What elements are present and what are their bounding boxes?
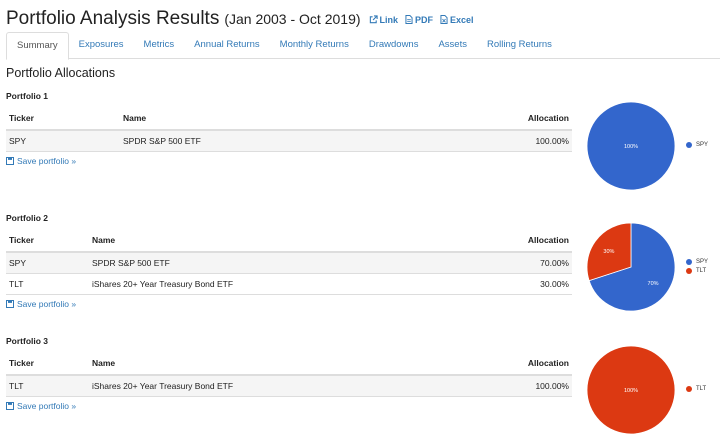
legend-item-tlt: TLT bbox=[686, 268, 708, 274]
allocation-cell: 70.00% bbox=[454, 252, 572, 274]
name-cell: iShares 20+ Year Treasury Bond ETF bbox=[89, 273, 455, 295]
ticker-cell: SPY bbox=[6, 130, 120, 152]
allocation-cell: 100.00% bbox=[409, 130, 572, 152]
ticker-cell: TLT bbox=[6, 375, 89, 397]
col-name: Name bbox=[89, 229, 455, 253]
external-link-icon bbox=[369, 15, 378, 24]
section-title: Portfolio Allocations bbox=[6, 66, 116, 80]
legend-label: TLT bbox=[696, 386, 707, 392]
pdf-button[interactable]: PDF bbox=[405, 15, 433, 25]
pie-slice-label: 100% bbox=[624, 388, 638, 394]
excel-button[interactable]: Excel bbox=[440, 15, 474, 25]
pdf-label: PDF bbox=[415, 14, 434, 25]
results-header: Portfolio Analysis Results (Jan 2003 - O… bbox=[6, 8, 481, 30]
table-row: SPY SPDR S&P 500 ETF 70.00% bbox=[6, 252, 572, 274]
legend-item-tlt: TLT bbox=[686, 386, 706, 392]
portfolio-title: Portfolio 1 bbox=[6, 91, 49, 101]
table-row: TLT iShares 20+ Year Treasury Bond ETF 3… bbox=[6, 273, 572, 295]
save-portfolio-link[interactable]: Save portfolio » bbox=[6, 401, 572, 411]
allocation-cell: 30.00% bbox=[454, 273, 572, 295]
legend-item-spy: SPY bbox=[686, 259, 708, 265]
save-label: Save portfolio » bbox=[17, 156, 77, 166]
tab-exposures[interactable]: Exposures bbox=[69, 32, 134, 58]
pie-slice-label: 30% bbox=[603, 249, 614, 255]
legend-label: TLT bbox=[696, 268, 707, 274]
portfolio-1-legend: SPY bbox=[686, 142, 708, 151]
excel-file-icon bbox=[440, 15, 448, 24]
save-icon bbox=[6, 157, 14, 165]
portfolio-title: Portfolio 3 bbox=[6, 336, 49, 346]
save-portfolio-link[interactable]: Save portfolio » bbox=[6, 299, 572, 309]
pdf-file-icon bbox=[405, 15, 413, 24]
link-button[interactable]: Link bbox=[369, 14, 399, 25]
portfolio-2-pie-chart: 70% 30% bbox=[586, 222, 676, 312]
tab-metrics[interactable]: Metrics bbox=[134, 32, 185, 58]
portfolio-3-legend: TLT bbox=[686, 386, 706, 395]
allocation-cell: 100.00% bbox=[454, 375, 572, 397]
table-header-row: Ticker Name Allocation bbox=[6, 229, 572, 253]
table-row: TLT iShares 20+ Year Treasury Bond ETF 1… bbox=[6, 375, 572, 397]
save-icon bbox=[6, 402, 14, 410]
col-name: Name bbox=[89, 352, 455, 376]
link-label: Link bbox=[379, 14, 399, 25]
allocation-table: Ticker Name Allocation TLT iShares 20+ Y… bbox=[6, 352, 572, 397]
col-ticker: Ticker bbox=[6, 352, 89, 376]
portfolio-2-legend: SPY TLT bbox=[686, 259, 708, 277]
col-name: Name bbox=[120, 107, 410, 131]
col-ticker: Ticker bbox=[6, 229, 89, 253]
save-label: Save portfolio » bbox=[17, 299, 77, 309]
portfolio-1-pie-chart: 100% bbox=[586, 101, 676, 191]
date-range: (Jan 2003 - Oct 2019) bbox=[224, 11, 361, 27]
export-links: Link PDF Excel bbox=[369, 15, 481, 25]
save-icon bbox=[6, 300, 14, 308]
allocation-table: Ticker Name Allocation SPY SPDR S&P 500 … bbox=[6, 107, 572, 152]
pie-slice-label: 70% bbox=[648, 281, 659, 287]
excel-label: Excel bbox=[450, 14, 474, 25]
tab-monthly-returns[interactable]: Monthly Returns bbox=[270, 32, 359, 58]
save-label: Save portfolio » bbox=[17, 401, 77, 411]
legend-swatch bbox=[686, 386, 692, 392]
table-header-row: Ticker Name Allocation bbox=[6, 107, 572, 131]
legend-swatch bbox=[686, 268, 692, 274]
col-allocation: Allocation bbox=[454, 352, 572, 376]
portfolio-1: Portfolio 1 Ticker Name Allocation SPY S… bbox=[6, 91, 572, 166]
table-row: SPY SPDR S&P 500 ETF 100.00% bbox=[6, 130, 572, 152]
tab-summary[interactable]: Summary bbox=[6, 32, 69, 60]
pie-slice-label: 100% bbox=[624, 144, 638, 150]
save-portfolio-link[interactable]: Save portfolio » bbox=[6, 156, 572, 166]
col-ticker: Ticker bbox=[6, 107, 120, 131]
ticker-cell: SPY bbox=[6, 252, 89, 274]
allocation-table: Ticker Name Allocation SPY SPDR S&P 500 … bbox=[6, 229, 572, 295]
page-title: Portfolio Analysis Results bbox=[6, 8, 220, 29]
ticker-cell: TLT bbox=[6, 273, 89, 295]
legend-label: SPY bbox=[696, 142, 709, 148]
col-allocation: Allocation bbox=[454, 229, 572, 253]
tab-assets[interactable]: Assets bbox=[428, 32, 477, 58]
tab-rolling-returns[interactable]: Rolling Returns bbox=[477, 32, 562, 58]
table-header-row: Ticker Name Allocation bbox=[6, 352, 572, 376]
portfolio-3-pie-chart: 100% bbox=[586, 345, 676, 435]
legend-item-spy: SPY bbox=[686, 142, 708, 148]
legend-swatch bbox=[686, 259, 692, 265]
name-cell: iShares 20+ Year Treasury Bond ETF bbox=[89, 375, 455, 397]
portfolio-3: Portfolio 3 Ticker Name Allocation TLT i… bbox=[6, 336, 572, 411]
name-cell: SPDR S&P 500 ETF bbox=[120, 130, 410, 152]
results-tabs: Summary Exposures Metrics Annual Returns… bbox=[6, 32, 720, 60]
col-allocation: Allocation bbox=[409, 107, 572, 131]
legend-swatch bbox=[686, 142, 692, 148]
tab-drawdowns[interactable]: Drawdowns bbox=[359, 32, 429, 58]
legend-label: SPY bbox=[696, 259, 709, 265]
portfolio-2: Portfolio 2 Ticker Name Allocation SPY S… bbox=[6, 213, 572, 309]
tab-annual-returns[interactable]: Annual Returns bbox=[184, 32, 269, 58]
name-cell: SPDR S&P 500 ETF bbox=[89, 252, 455, 274]
portfolio-title: Portfolio 2 bbox=[6, 213, 49, 223]
